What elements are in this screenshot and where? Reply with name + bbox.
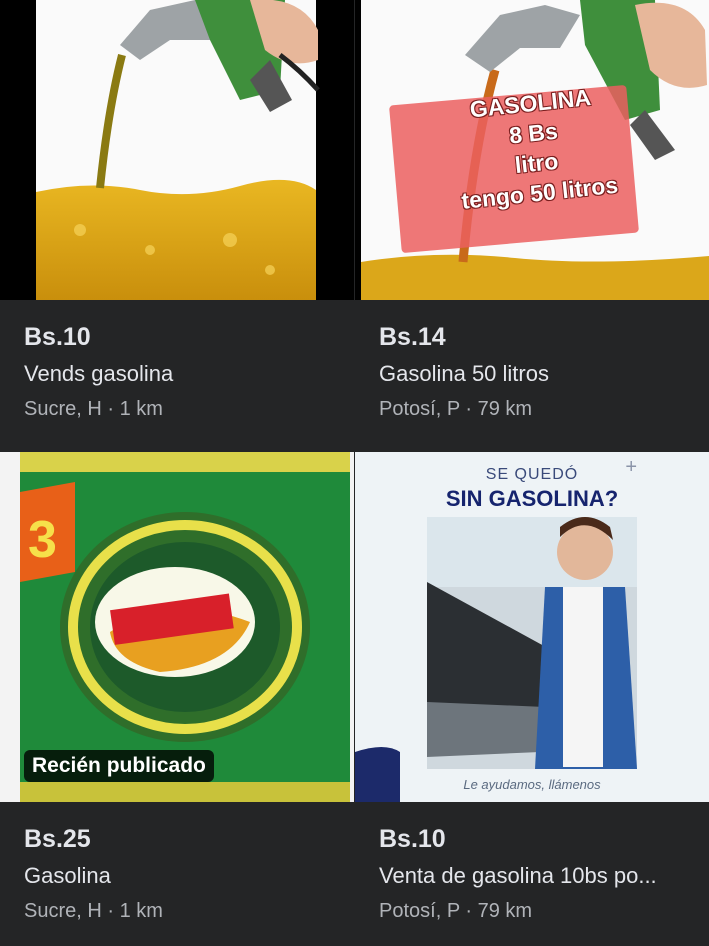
listing-location: Potosí, P · 79 km: [379, 398, 533, 420]
listing-location: Sucre, H · 1 km: [24, 398, 163, 420]
listing-title: Gasolina: [24, 863, 111, 888]
listing-thumbnail[interactable]: [0, 0, 354, 300]
listing-location: Sucre, H · 1 km: [24, 900, 163, 922]
listing-thumbnail[interactable]: + SE QUEDÓ SIN GASOLINA? Le ayudamos, ll…: [355, 452, 709, 802]
listing-card[interactable]: GASOLINA 8 Bs litro tengo 50 litros Bs.1…: [355, 0, 709, 421]
listing-location: Potosí, P · 79 km: [379, 900, 533, 922]
listing-price: Bs.10: [24, 323, 91, 351]
listing-thumbnail[interactable]: 3 Recién publicado: [0, 452, 354, 802]
listing-card[interactable]: + SE QUEDÓ SIN GASOLINA? Le ayudamos, ll…: [355, 452, 709, 923]
listing-price: Bs.10: [379, 825, 446, 853]
listing-title: Gasolina 50 litros: [379, 361, 549, 386]
listing-title: Venta de gasolina 10bs po...: [379, 863, 657, 888]
listing-title: Vends gasolina: [24, 361, 174, 386]
listing-card[interactable]: 3 Recién publicado Bs.25 Gasolina Sucre,…: [0, 452, 354, 923]
listing-card[interactable]: Bs.10 Vends gasolina Sucre, H · 1 km: [0, 0, 354, 421]
ad-headline-top: SE QUEDÓ: [485, 466, 579, 483]
recently-posted-badge: Recién publicado: [24, 750, 214, 782]
ad-caption: Le ayudamos, llámenos: [463, 777, 601, 792]
listing-price: Bs.14: [379, 323, 446, 351]
marketplace-grid: Bs.10 Vends gasolina Sucre, H · 1 km GAS…: [0, 0, 709, 946]
fuel-pour-image: [0, 0, 354, 300]
ad-headline-main: SIN GASOLINA?: [445, 486, 619, 511]
svg-text:3: 3: [28, 511, 57, 569]
listing-price: Bs.25: [24, 825, 91, 853]
price-sign-text: GASOLINA 8 Bs litro tengo 50 litros: [460, 83, 620, 214]
listing-thumbnail[interactable]: GASOLINA 8 Bs litro tengo 50 litros: [355, 0, 709, 300]
